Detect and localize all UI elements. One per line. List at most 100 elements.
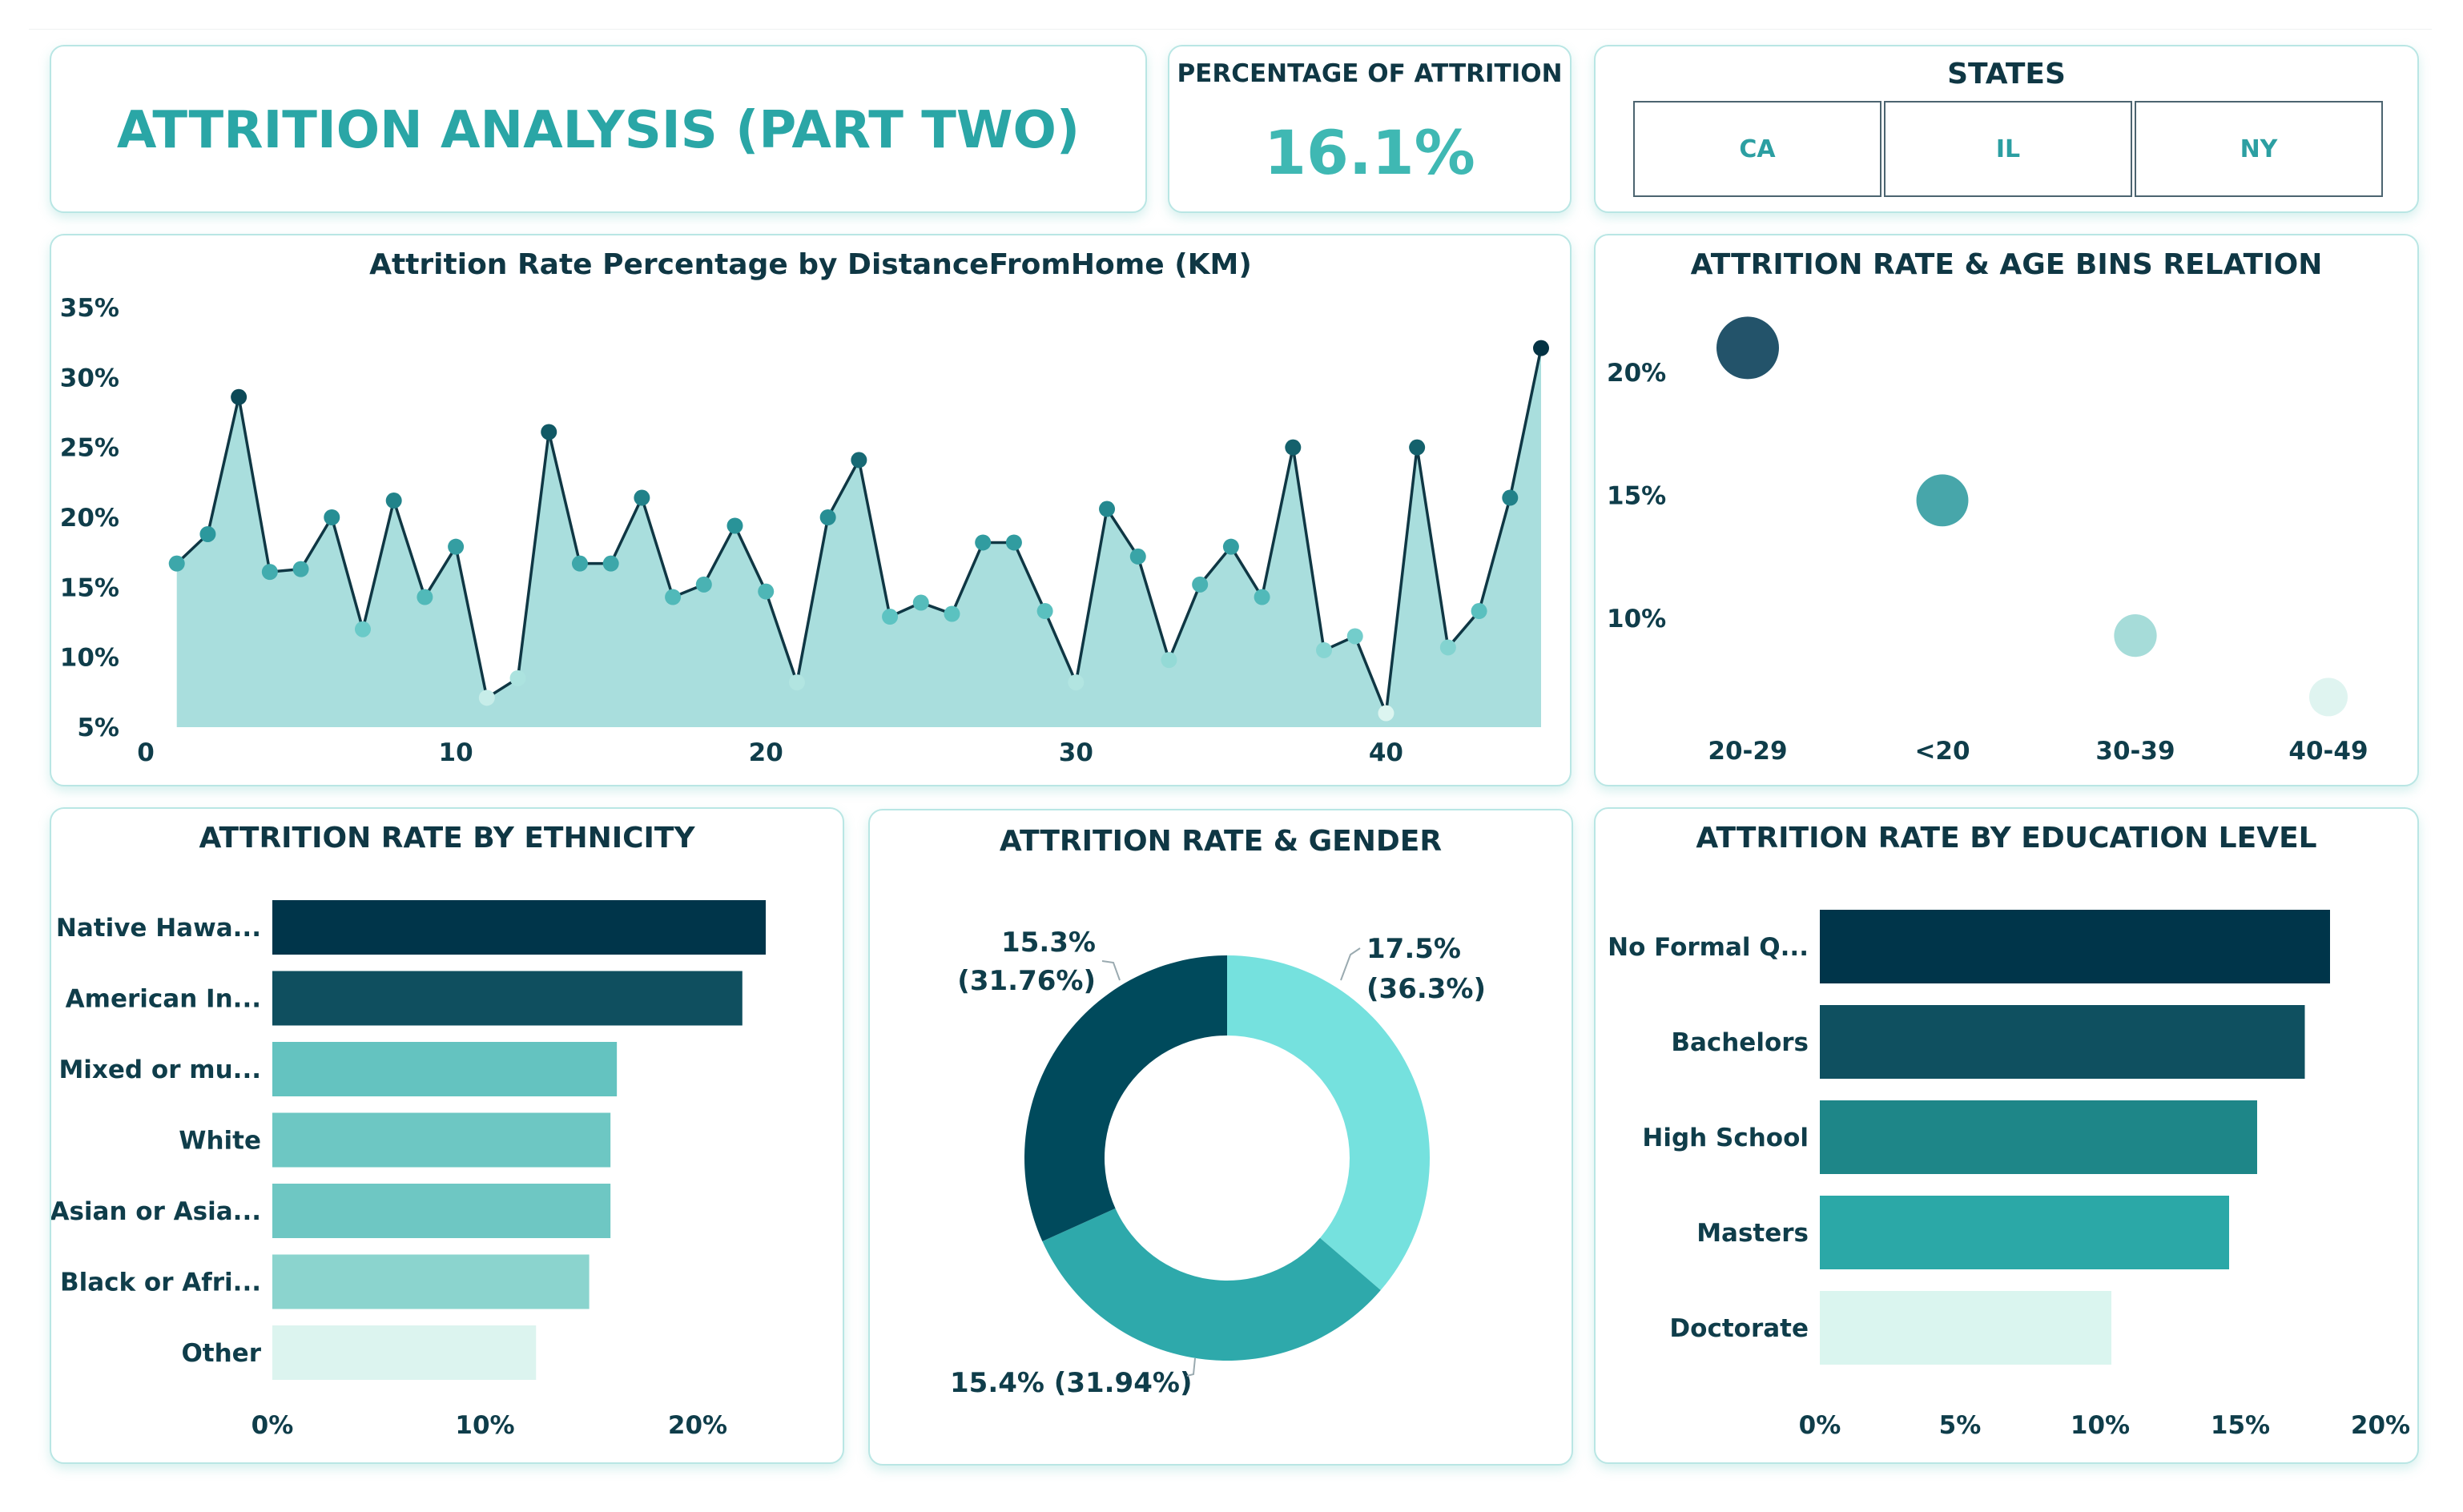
distance-point (1254, 589, 1270, 605)
ethnicity-category-label: Black or Afri... (60, 1269, 261, 1297)
distance-y-tick-label: 15% (60, 573, 119, 602)
distance-point (541, 424, 557, 440)
age-y-tick-label: 20% (1607, 359, 1666, 388)
education-category-label: Masters (1696, 1219, 1809, 1248)
distance-area-chart: 5% 10% 15% 20% 25% 30% 35% 0 10 20 30 40 (60, 294, 1549, 767)
gender-label-share: (31.76%) (957, 965, 1096, 997)
ethnicity-bar-chart: Native Hawa... American In... Mixed or mu.… (51, 900, 766, 1440)
education-bar (1820, 910, 2330, 983)
state-button-ny[interactable]: NY (2135, 101, 2383, 197)
education-bar (1820, 1100, 2257, 1174)
gender-donut-chart: 17.5% (36.3%) 15.4% (31.94%) 15.3% (31.76%) (950, 927, 1486, 1399)
distance-point (912, 594, 929, 611)
title-card: ATTRITION ANALYSIS (PART TWO) (50, 45, 1147, 213)
education-x-tick-label: 10% (2071, 1411, 2130, 1440)
distance-y-tick-label: 35% (60, 294, 119, 323)
distance-point (1316, 641, 1333, 658)
distance-point (1222, 538, 1239, 555)
gender-label-share: (36.3%) (1366, 973, 1486, 1005)
distance-y-tick-label: 10% (60, 644, 119, 673)
ethnicity-category-label: White (179, 1127, 261, 1156)
distance-point (726, 517, 743, 534)
gender-label-value: 15.4% (31.94%) (950, 1367, 1192, 1399)
state-button-il[interactable]: IL (1884, 101, 2132, 197)
distance-x-tick-label: 0 (137, 738, 155, 767)
education-category-label: Bachelors (1671, 1028, 1809, 1057)
kpi-value: 16.1% (1264, 117, 1475, 188)
distance-point (665, 589, 682, 605)
distance-point (602, 555, 619, 572)
distance-point (199, 525, 216, 542)
ethnicity-x-tick-label: 10% (455, 1411, 514, 1440)
distance-y-tick-label: 25% (60, 434, 119, 463)
education-x-tick-label: 5% (1939, 1411, 1982, 1440)
distance-y-tick-label: 5% (77, 714, 119, 742)
distance-area-fill (176, 348, 1542, 727)
education-x-tick-label: 20% (2351, 1411, 2410, 1440)
education-bar (1820, 1005, 2305, 1079)
states-card: STATES CA IL NY (1594, 45, 2419, 213)
ethnicity-category-label: Asian or Asia... (51, 1197, 261, 1226)
distance-point (882, 609, 899, 625)
age-bubble (2309, 678, 2348, 717)
education-chart-card: ATTRITION RATE BY EDUCATION LEVEL No For… (1594, 807, 2419, 1464)
distance-point (1346, 628, 1363, 645)
education-category-label: No Formal Q... (1608, 933, 1809, 962)
distance-point (168, 555, 185, 572)
education-bar (1820, 1291, 2111, 1365)
gender-leader-line (1101, 960, 1121, 981)
distance-x-tick-label: 20 (749, 738, 783, 767)
distance-point (634, 489, 650, 506)
distance-point (417, 589, 433, 605)
distance-x-tick-label: 10 (439, 738, 473, 767)
distance-point (1471, 603, 1487, 620)
education-category-label: High School (1642, 1124, 1809, 1152)
ethnicity-category-label: Other (181, 1339, 261, 1368)
distance-point (261, 564, 278, 581)
age-bubble (2114, 614, 2157, 657)
distance-point (851, 452, 867, 468)
distance-point (1005, 534, 1022, 551)
distance-point (1439, 639, 1456, 656)
distance-point (1285, 439, 1302, 456)
ethnicity-x-tick-label: 20% (668, 1411, 727, 1440)
distance-point (819, 509, 836, 525)
ethnicity-bar (272, 1042, 618, 1096)
distance-point (292, 561, 309, 577)
gender-chart-card: ATTRITION RATE & GENDER 17.5% (36.3%) 15.4… (868, 809, 1573, 1466)
distance-point (1161, 652, 1177, 669)
distance-point (1099, 501, 1116, 517)
education-bar-chart: No Formal Q... Bachelors High School Master… (1608, 910, 2410, 1440)
page-title: ATTRITION ANALYSIS (PART TWO) (116, 101, 1081, 160)
gender-donut-slice (1024, 955, 1227, 1242)
distance-point (571, 555, 588, 572)
ethnicity-category-label: Mixed or mu... (58, 1056, 261, 1084)
distance-point (1533, 340, 1549, 356)
distance-point (975, 534, 992, 551)
age-bubble (1716, 316, 1779, 380)
state-button-ca[interactable]: CA (1633, 101, 1881, 197)
distance-point (758, 583, 775, 600)
kpi-label: PERCENTAGE OF ATTRITION (1177, 59, 1563, 88)
distance-point (1409, 439, 1426, 456)
age-x-tick-label: 20-29 (1708, 737, 1787, 766)
distance-point (478, 690, 495, 706)
distance-chart-card: Attrition Rate Percentage by DistanceFro… (50, 234, 1572, 786)
ethnicity-category-label: American In... (66, 985, 261, 1014)
ethnicity-category-label: Native Hawa... (56, 914, 261, 943)
distance-point (1068, 674, 1085, 691)
distance-point (354, 621, 371, 637)
gender-label-value: 17.5% (1366, 933, 1461, 965)
distance-point (1129, 548, 1146, 565)
distance-point (1192, 576, 1209, 593)
education-category-label: Doctorate (1669, 1314, 1809, 1343)
age-y-tick-label: 10% (1607, 605, 1666, 633)
distance-point (788, 674, 805, 691)
education-x-tick-label: 0% (1799, 1411, 1841, 1440)
ethnicity-x-tick-label: 0% (252, 1411, 294, 1440)
age-x-tick-label: 30-39 (2095, 737, 2175, 766)
ethnicity-chart-card: ATTRITION RATE BY ETHNICITY Native Hawa.… (50, 807, 844, 1464)
ethnicity-bar (272, 1184, 611, 1238)
age-y-tick-label: 15% (1607, 482, 1666, 511)
gender-label-value: 15.3% (1001, 927, 1096, 959)
